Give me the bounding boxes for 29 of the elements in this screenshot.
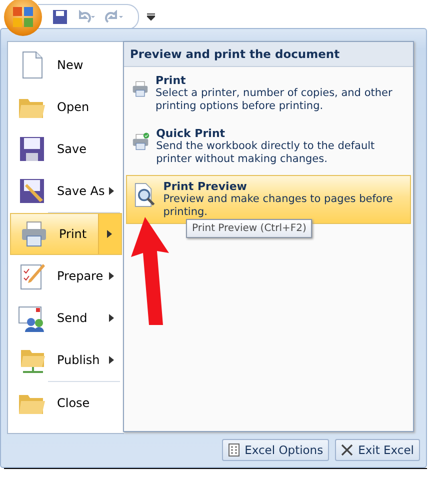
caret-icon — [107, 230, 113, 238]
disk-pencil-icon — [17, 176, 47, 206]
menu-item[interactable]: Publish — [8, 339, 124, 381]
caret-icon — [109, 314, 115, 322]
tooltip: Print Preview (Ctrl+F2) — [186, 219, 312, 238]
menu-item[interactable]: Print — [10, 213, 122, 255]
options-icon — [228, 443, 240, 457]
menu-item[interactable]: Send — [8, 297, 124, 339]
menu-item[interactable]: Close — [8, 382, 124, 424]
logo-icon — [12, 6, 34, 28]
office-button[interactable] — [4, 0, 42, 36]
caret-icon — [109, 356, 115, 364]
customize-icon[interactable] — [147, 13, 155, 21]
submenu-item[interactable]: Print Select a printer, number of copies, and other printing options before printing. — [126, 69, 411, 118]
save-icon[interactable] — [52, 9, 68, 25]
footer-button[interactable]: Exit Excel — [335, 439, 420, 461]
submenu-item[interactable]: Quick Print Send the workbook directly to the default printer without making changes. — [126, 122, 411, 171]
close-icon — [341, 444, 354, 456]
footer-button[interactable]: Excel Options — [222, 439, 330, 461]
menu-item[interactable]: New — [8, 44, 124, 86]
menu-item[interactable]: Save — [8, 128, 124, 170]
submenu-item[interactable]: Print Preview Preview and make changes to pages before printing. — [126, 175, 411, 224]
printer-icon — [19, 219, 49, 249]
caret-icon — [109, 272, 115, 280]
menu-item[interactable]: Save As — [8, 170, 124, 212]
menu-item[interactable]: Open — [8, 86, 124, 128]
menu-item[interactable]: Prepare — [8, 255, 124, 297]
panel-title: Preview and print the document — [124, 42, 413, 67]
caret-icon — [109, 187, 115, 195]
